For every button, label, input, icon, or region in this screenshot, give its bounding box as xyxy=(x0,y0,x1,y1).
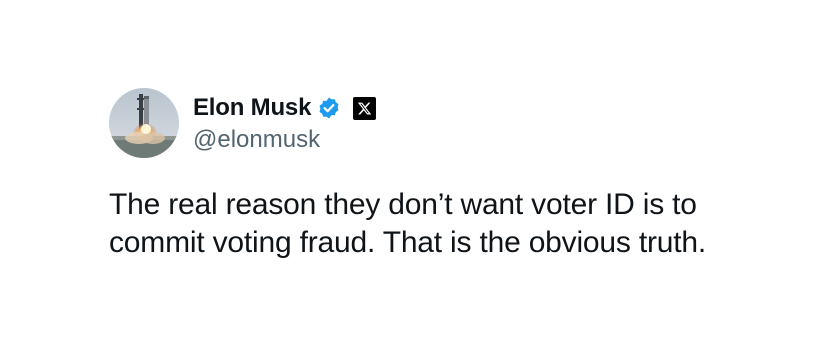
x-logo-icon[interactable] xyxy=(353,96,377,120)
avatar[interactable] xyxy=(109,88,179,158)
tweet-card: Elon Musk @elonmusk The real reason they… xyxy=(109,87,809,262)
author-block: Elon Musk @elonmusk xyxy=(193,92,377,154)
rocket-launch-avatar-image xyxy=(109,88,179,158)
verified-badge-icon[interactable] xyxy=(317,96,341,120)
handle[interactable]: @elonmusk xyxy=(193,126,376,154)
tweet-header: Elon Musk @elonmusk xyxy=(109,87,809,159)
display-name[interactable]: Elon Musk xyxy=(193,94,311,122)
tweet-text: The real reason they don’t want voter ID… xyxy=(109,188,707,259)
name-row: Elon Musk xyxy=(193,92,377,124)
